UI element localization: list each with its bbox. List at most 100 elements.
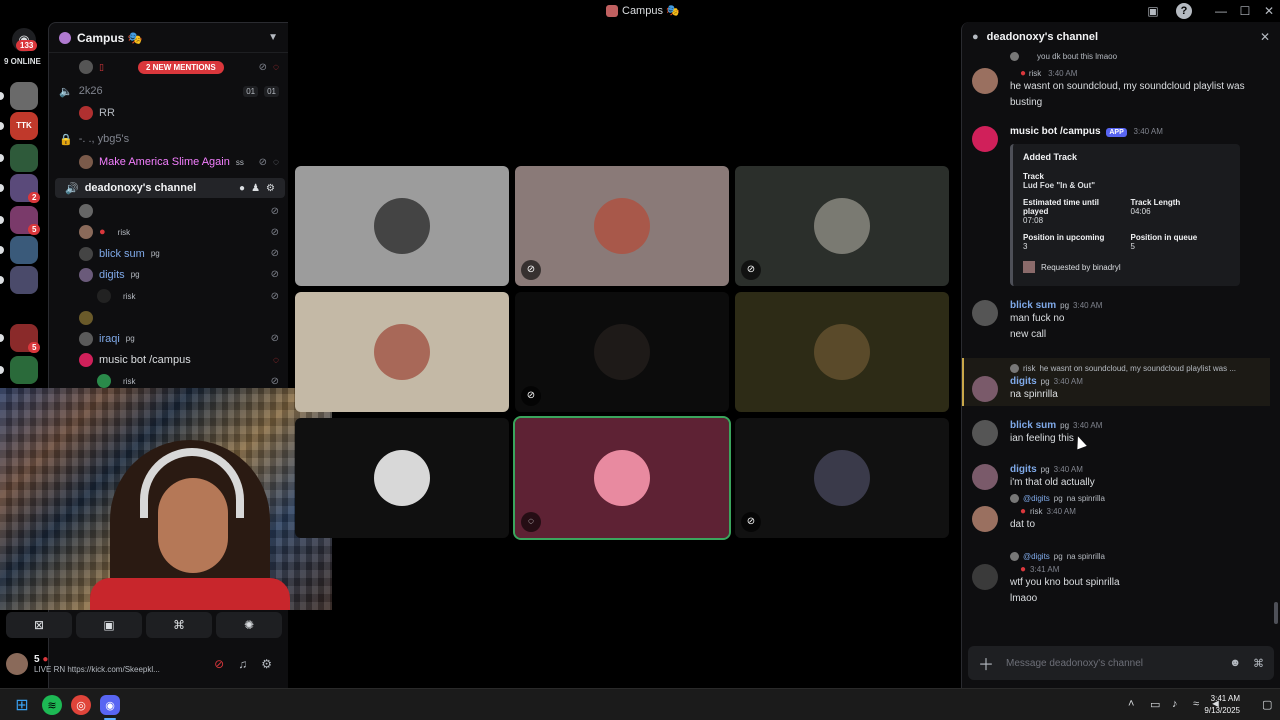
soundboard-button[interactable]: ✺ (216, 612, 282, 638)
server-icon-1[interactable]: TTK (10, 112, 38, 140)
video-tile[interactable] (295, 166, 509, 286)
list-item[interactable]: blick sum pg ⊘ (49, 244, 289, 264)
close-window-button[interactable]: ✕ (1261, 3, 1277, 19)
list-item[interactable]: risk ⊘ (49, 286, 289, 306)
avatar[interactable] (972, 506, 998, 532)
avatar[interactable] (6, 653, 28, 675)
screen-share-icon: ▣ (103, 618, 115, 632)
add-attachment-icon[interactable]: ＋ (978, 651, 994, 675)
server-icon-0[interactable] (10, 82, 38, 110)
chat-message[interactable]: digits pg 3:40 AM i'm that old actually (962, 464, 1272, 496)
video-tile[interactable] (295, 418, 509, 538)
user-tag: risk (1028, 69, 1042, 78)
chat-message[interactable]: ● risk 3:40 AM he wasnt on soundcloud, m… (962, 68, 1272, 112)
message-author[interactable]: digits (1010, 376, 1037, 387)
camera-off-button[interactable]: ⊠ (6, 612, 72, 638)
video-tile[interactable]: ⊘ (735, 418, 949, 538)
reply-preview[interactable]: @digits pg na spinrilla (1010, 552, 1105, 561)
gear-icon[interactable]: ⚙ (261, 657, 272, 671)
video-tile[interactable]: ⊘ (515, 292, 729, 412)
list-item[interactable]: Make America Slime Again ss ⊘ ◌ (49, 152, 289, 172)
spotify-icon[interactable]: ≋ (42, 695, 62, 715)
message-input-placeholder[interactable]: Message deadonoxy's channel (1006, 658, 1217, 669)
close-icon[interactable]: ✕ (1260, 30, 1270, 44)
reply-preview[interactable]: risk he wasnt on soundcloud, my soundclou… (1010, 364, 1236, 373)
add-user-icon[interactable]: ♟ (251, 183, 260, 194)
chat-message[interactable]: blick sum pg 3:40 AM ian feeling this (962, 420, 1272, 452)
voice-channel-ybg5[interactable]: 🔒 -. ., ybg5's (49, 129, 289, 149)
discord-icon[interactable]: ◉ (100, 695, 120, 715)
headphones-icon[interactable]: ♫ (238, 657, 247, 671)
minimize-button[interactable]: — (1213, 3, 1229, 19)
video-tile[interactable] (735, 292, 949, 412)
server-icon-6[interactable] (10, 266, 38, 294)
message-author[interactable]: digits (1010, 464, 1037, 475)
avatar[interactable] (972, 68, 998, 94)
list-item[interactable]: ● risk ⊘ (49, 222, 289, 242)
chevron-down-icon[interactable]: ▼ (268, 32, 278, 43)
avatar[interactable] (972, 126, 998, 152)
message-input-box[interactable]: ＋ Message deadonoxy's channel ☻ ⌘ (968, 646, 1274, 680)
server-header[interactable]: Campus 🎭 ▼ (49, 23, 288, 53)
avatar[interactable] (972, 300, 998, 326)
notification-icon[interactable]: ▢ (1262, 698, 1272, 711)
user-info[interactable]: 5 ● LIVE RN https://kick.com/Skeepkl... (34, 654, 174, 674)
new-mentions-badge[interactable]: 2 NEW MENTIONS (137, 60, 224, 74)
message-author[interactable]: blick sum (1010, 300, 1056, 311)
avatar[interactable] (972, 376, 998, 402)
list-item[interactable]: ▯ 2 NEW MENTIONS ⊘ ◌ (49, 57, 289, 77)
list-item[interactable]: ⊘ (49, 201, 289, 221)
chat-message[interactable]: ● risk 3:40 AM dat to (962, 506, 1272, 538)
voice-channel-2k26[interactable]: 🔈 2k26 01 01 (49, 81, 289, 101)
taskbar-clock[interactable]: 3:41 AM 9/13/2025 (1204, 693, 1240, 717)
list-item[interactable]: music bot /campus ◌ (49, 350, 289, 370)
screen-share-button[interactable]: ▣ (76, 612, 142, 638)
message-author[interactable]: blick sum (1010, 420, 1056, 431)
chat-message[interactable]: digits pg 3:40 AM na spinrilla (962, 376, 1272, 408)
activity-button[interactable]: ⌘ (146, 612, 212, 638)
list-item[interactable]: iraqi pg ⊘ (49, 329, 289, 349)
avatar[interactable] (972, 564, 998, 590)
reply-mention[interactable]: @digits (1023, 494, 1050, 503)
maximize-button[interactable]: ☐ (1237, 3, 1253, 19)
user-name: RR (99, 107, 115, 119)
reply-preview[interactable]: @digits pg na spinrilla (1010, 494, 1105, 503)
server-icon-2[interactable] (10, 144, 38, 172)
chat-scrollbar[interactable] (1274, 602, 1278, 624)
chat-message[interactable]: ● 3:41 AM wtf you kno bout spinrilla lmaoo (962, 564, 1272, 612)
chat-message[interactable]: blick sum pg 3:40 AM man fuck no new call (962, 300, 1272, 348)
video-tile[interactable]: ⊘ (735, 166, 949, 286)
message-header: blick sum pg 3:40 AM (1010, 420, 1266, 431)
inbox-icon[interactable]: ▣ (1145, 3, 1161, 19)
status-icons: ⊘ (271, 376, 279, 387)
chrome-icon[interactable]: ◎ (71, 695, 91, 715)
avatar[interactable] (972, 464, 998, 490)
clock-time: 3:41 AM (1210, 694, 1240, 703)
voice-channel-deadonoxy[interactable]: 🔊 deadonoxy's channel ● ♟ ⚙ (55, 178, 285, 198)
reply-mention[interactable]: @digits (1023, 552, 1050, 561)
windows-start-icon[interactable]: ⊞ (12, 695, 32, 715)
gamepad-icon[interactable]: ⌘ (1253, 657, 1264, 670)
mic-muted-icon[interactable]: ⊘ (214, 657, 224, 671)
chevron-up-icon[interactable]: ˄ (1128, 698, 1134, 710)
wifi-icon[interactable]: ≈ (1193, 698, 1199, 710)
message-author[interactable]: music bot /campus (1010, 126, 1101, 137)
avatar[interactable] (972, 420, 998, 446)
list-item[interactable] (49, 308, 289, 328)
server-icon-8[interactable] (10, 356, 38, 384)
battery-icon[interactable]: ▭ (1150, 698, 1160, 711)
chat-bubble-icon[interactable]: ● (239, 183, 245, 194)
chat-message[interactable]: music bot /campus APP 3:40 AM Added Trac… (962, 126, 1272, 296)
gear-icon[interactable]: ⚙ (266, 183, 275, 194)
video-tile[interactable]: ⊘ (515, 166, 729, 286)
reply-preview[interactable]: you dk bout this lmaoo (1010, 52, 1117, 61)
list-item[interactable]: RR (49, 103, 289, 123)
video-tile[interactable] (295, 292, 509, 412)
microphone-icon[interactable]: ♪ (1172, 698, 1178, 710)
message-text: i'm that old actually (1010, 477, 1095, 488)
server-icon-5[interactable] (10, 236, 38, 264)
list-item[interactable]: digits pg ⊘ (49, 265, 289, 285)
video-tile[interactable]: ◌ (513, 416, 731, 540)
emoji-icon[interactable]: ☻ (1229, 657, 1241, 669)
help-icon[interactable]: ? (1176, 3, 1192, 19)
